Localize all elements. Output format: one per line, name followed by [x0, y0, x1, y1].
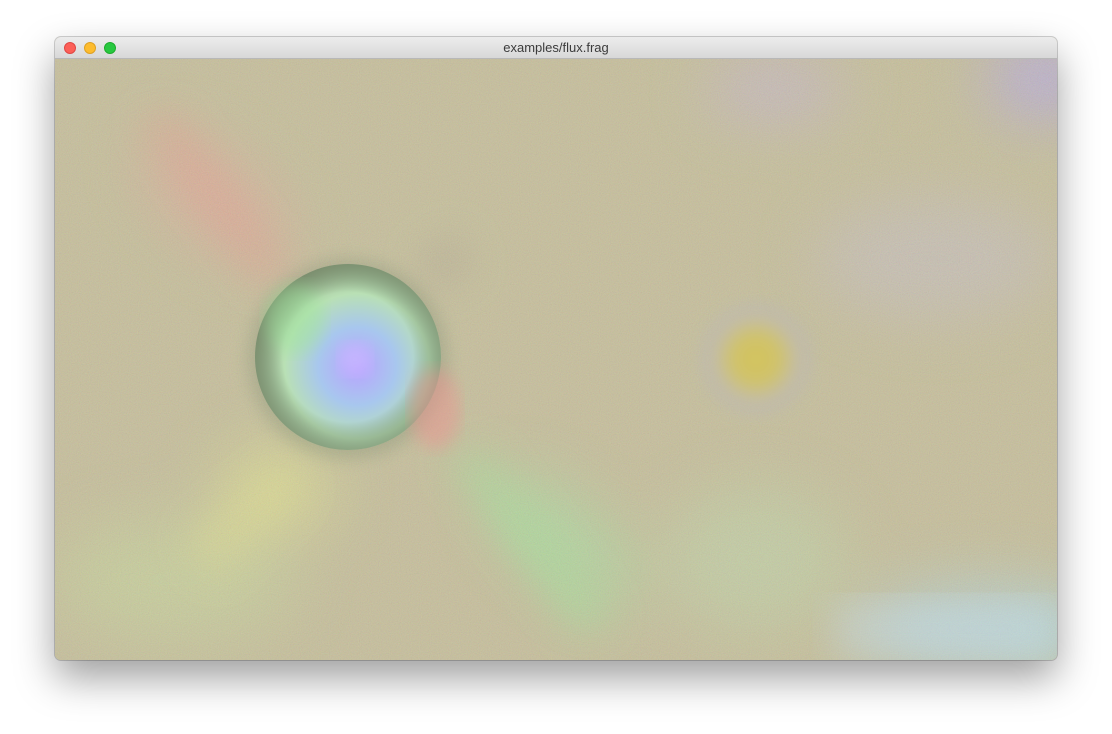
window-title: examples/flux.frag	[503, 40, 609, 55]
shader-render	[55, 59, 1057, 660]
shader-canvas[interactable]	[55, 59, 1057, 660]
title-bar[interactable]: examples/flux.frag	[55, 37, 1057, 59]
app-window: examples/flux.frag	[55, 37, 1057, 660]
orb-right	[701, 304, 811, 414]
